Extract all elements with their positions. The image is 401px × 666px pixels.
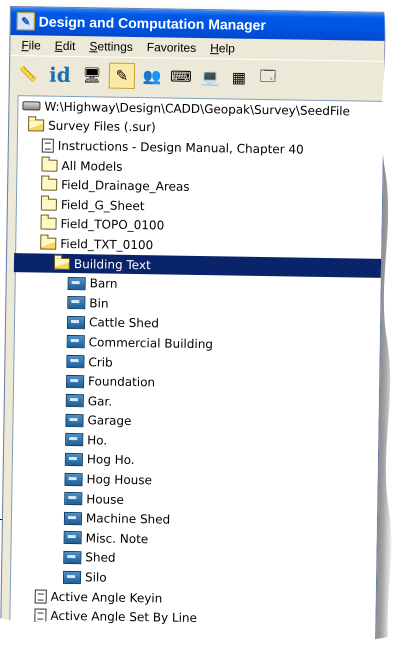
tree-item-label: House bbox=[86, 491, 124, 507]
computer-icon[interactable]: 💻 bbox=[198, 65, 222, 89]
properties-icon[interactable]: 🗔 bbox=[256, 66, 280, 90]
open-folder-icon bbox=[28, 119, 45, 132]
doc-icon bbox=[41, 138, 54, 153]
toolbar: 📏 id 🖥 ✎ 👥 ⌨ 💻 ▦ 🗔 bbox=[9, 55, 385, 98]
people-icon[interactable]: 👥 bbox=[140, 64, 164, 88]
tree-item-label: Foundation bbox=[88, 374, 156, 390]
item-icon bbox=[66, 315, 86, 330]
tree-item-label: All Models bbox=[61, 158, 123, 174]
doc-icon bbox=[34, 608, 47, 623]
folder-icon bbox=[40, 217, 57, 231]
item-icon bbox=[66, 335, 85, 349]
item-icon bbox=[64, 452, 83, 467]
tree-item-label: Hog Ho. bbox=[86, 452, 135, 468]
tree-item-label: Garage bbox=[87, 413, 132, 429]
tree-item-label: Commercial Building bbox=[88, 335, 214, 352]
tree-item-label: Field_G_Sheet bbox=[60, 197, 145, 213]
monitor-icon[interactable]: 🖥 bbox=[80, 63, 104, 87]
tree-item-label: Building Text bbox=[73, 256, 151, 272]
doc-icon bbox=[34, 589, 47, 604]
tree-item-label: Misc. Note bbox=[85, 531, 149, 547]
folder-icon bbox=[40, 198, 57, 211]
item-icon bbox=[65, 433, 84, 447]
menu-help[interactable]: Help bbox=[203, 41, 242, 56]
window-title: Design and Computation Manager bbox=[38, 13, 266, 34]
item-icon bbox=[66, 354, 85, 369]
keyboard-icon[interactable]: ⌨ bbox=[169, 65, 193, 89]
item-icon bbox=[65, 394, 84, 408]
tree-item-label: Instructions - Design Manual, Chapter 40 bbox=[57, 138, 304, 157]
tree-item-label: Survey Files (.sur) bbox=[48, 119, 156, 135]
tree-item-label: W:\Highway\Design\CADD\Geopak\Survey\See… bbox=[44, 99, 351, 119]
menu-file[interactable]: File bbox=[14, 38, 48, 53]
item-icon bbox=[62, 570, 82, 584]
app-window: ✎ Design and Computation Manager File Edi… bbox=[0, 6, 386, 654]
tree-view[interactable]: W:\Highway\Design\CADD\Geopak\Survey\See… bbox=[8, 95, 386, 653]
item-icon bbox=[63, 531, 82, 545]
tree-item-label: Gar. bbox=[87, 393, 113, 409]
menu-edit[interactable]: Edit bbox=[48, 39, 83, 54]
tree-item-label: Active Angle Set By Line bbox=[50, 608, 198, 626]
tree-item-label: Field_Drainage_Areas bbox=[61, 177, 190, 195]
tree-item-label: Silo bbox=[84, 570, 107, 585]
item-icon bbox=[67, 276, 86, 290]
item-icon bbox=[67, 296, 86, 310]
tree-item-label: Hog House bbox=[86, 472, 153, 488]
ruler-icon[interactable]: 📏 bbox=[16, 62, 40, 86]
tree-item-label: Barn bbox=[89, 276, 118, 291]
tree-item-label: Field_TOPO_0100 bbox=[60, 217, 165, 233]
tree-item-label: Cattle Shed bbox=[88, 315, 160, 331]
app-logo-icon: ✎ bbox=[16, 12, 35, 31]
tree-item-label: Ho. bbox=[87, 433, 108, 448]
menu-settings[interactable]: Settings bbox=[82, 39, 140, 54]
item-icon bbox=[66, 374, 85, 388]
item-icon bbox=[65, 413, 84, 428]
menu-favorites[interactable]: Favorites bbox=[140, 40, 204, 55]
folder-icon bbox=[41, 159, 58, 172]
item-icon bbox=[64, 492, 83, 506]
doc-icon bbox=[34, 628, 47, 643]
tree-item-label: Crib bbox=[88, 354, 113, 370]
drive-icon bbox=[22, 101, 41, 111]
tree-item-label: Bin bbox=[89, 296, 109, 311]
item-icon bbox=[63, 550, 82, 565]
tree-item-label: Field_TXT_0100 bbox=[60, 236, 154, 253]
item-icon bbox=[63, 511, 83, 525]
tree-item-label: Machine Shed bbox=[85, 511, 171, 527]
open-folder-icon bbox=[53, 257, 71, 270]
design-pencil-icon[interactable]: ✎ bbox=[108, 62, 136, 89]
tree-item-label: Active Angle Set bbox=[50, 628, 149, 645]
open-folder-icon bbox=[40, 237, 57, 250]
tree-item-label: Shed bbox=[85, 550, 116, 566]
tree-item-label: Active Angle Keyin bbox=[50, 589, 163, 606]
item-icon bbox=[64, 472, 83, 486]
folder-icon bbox=[41, 178, 58, 191]
grid-icon[interactable]: ▦ bbox=[227, 65, 251, 89]
id-icon[interactable]: id bbox=[45, 63, 75, 87]
